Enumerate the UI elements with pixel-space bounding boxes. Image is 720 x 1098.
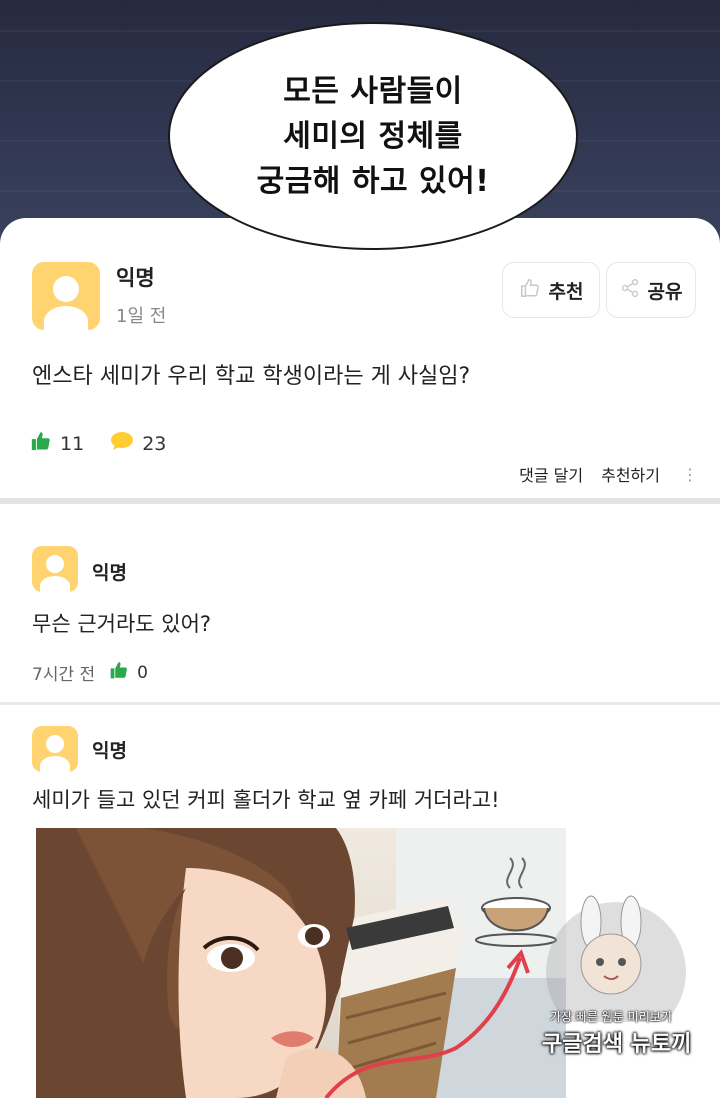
recommend-label: 추천 (548, 280, 584, 303)
avatar (32, 262, 100, 330)
divider (0, 498, 720, 504)
post-author: 익명 (116, 266, 155, 290)
recommend-button[interactable]: 추천 (502, 262, 600, 318)
avatar (32, 546, 78, 592)
reply-button[interactable]: 댓글 달기 (519, 462, 583, 486)
speech-line-1: 모든 사람들이 (283, 73, 463, 109)
avatar (32, 726, 78, 772)
post-stats: 11 23 (30, 430, 166, 457)
watermark: 가장 빠른 웹툰 미리보기 구글검색 뉴토끼 (536, 892, 706, 1092)
thumbs-up-icon (30, 430, 52, 457)
comment-meta: 7시간 전 0 (32, 660, 148, 685)
thumbs-up-outline-icon (519, 277, 541, 303)
mascot-icon (546, 895, 686, 1042)
comment-count: 23 (142, 432, 167, 455)
speech-line-3: 궁금해 하고 있어! (256, 163, 490, 199)
post-body: 엔스타 세미가 우리 학교 학생이라는 게 사실임? (32, 364, 471, 389)
comment-author: 익명 (92, 740, 127, 762)
comment-bubble-icon (110, 431, 134, 456)
comment-time: 7시간 전 (32, 665, 96, 685)
speech-bubble: 모든 사람들이 세미의 정체를 궁금해 하고 있어! (168, 22, 578, 250)
watermark-line2: 구글검색 뉴토끼 (542, 1032, 692, 1057)
comment-body: 세미가 들고 있던 커피 홀더가 학교 옆 카페 거더라고! (32, 788, 500, 812)
comment-body: 무슨 근거라도 있어? (32, 612, 212, 636)
post-time: 1일 전 (116, 306, 167, 327)
speech-line-2: 세미의 정체를 (283, 118, 463, 154)
watermark-line1: 가장 빠른 웹툰 미리보기 (550, 1010, 672, 1024)
recommend-action-button[interactable]: 추천하기 (601, 462, 660, 486)
comment-like-count: 0 (137, 662, 148, 683)
more-options-icon[interactable]: ⋮ (678, 465, 702, 484)
divider (0, 702, 720, 705)
share-icon (620, 278, 640, 302)
comment-author: 익명 (92, 562, 127, 584)
share-label: 공유 (647, 280, 683, 303)
share-button[interactable]: 공유 (606, 262, 696, 318)
post-actions: 댓글 달기 추천하기 ⋮ (519, 462, 702, 486)
comment-attached-image (36, 828, 566, 1098)
like-count: 11 (60, 432, 85, 455)
thumbs-up-icon[interactable] (109, 660, 129, 685)
